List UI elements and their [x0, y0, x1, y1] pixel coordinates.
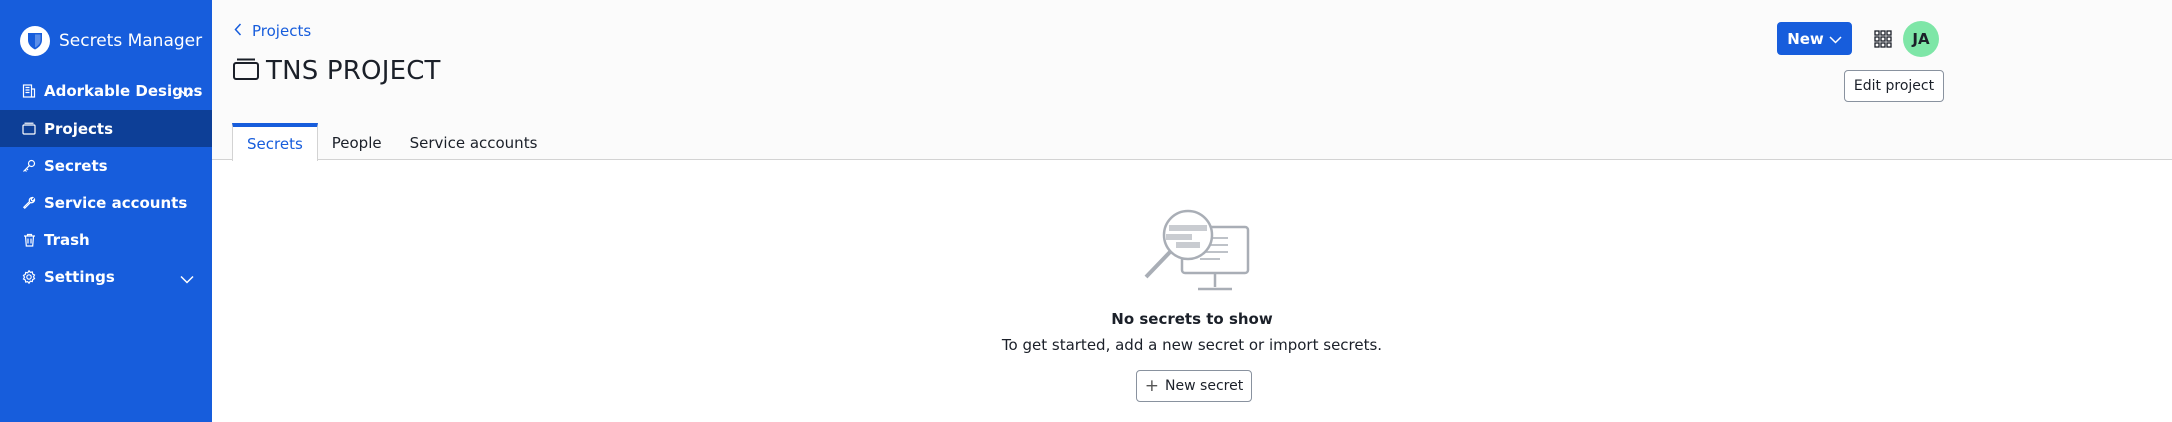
organization-icon: [21, 83, 37, 99]
no-results-illustration-icon: [1144, 209, 1250, 291]
empty-state-heading: No secrets to show: [1111, 310, 1273, 328]
project-folder-icon: [21, 121, 37, 137]
project-folder-icon: [232, 57, 260, 85]
new-button-label: New: [1787, 29, 1824, 48]
bitwarden-shield-icon: [20, 26, 50, 56]
key-icon: [21, 158, 37, 174]
sidebar-item-settings[interactable]: Settings: [0, 258, 212, 295]
sidebar-item-label: Settings: [44, 267, 115, 286]
sidebar-item-label: Trash: [44, 230, 90, 249]
brand[interactable]: Secrets Manager: [0, 21, 212, 61]
new-secret-label: New secret: [1165, 378, 1244, 394]
chevron-down-icon: [180, 84, 194, 102]
wrench-icon: [21, 195, 37, 211]
breadcrumb-label: Projects: [252, 22, 312, 40]
gear-icon: [21, 269, 37, 285]
plus-icon: +: [1144, 376, 1160, 396]
sidebar-item-projects[interactable]: Projects: [0, 110, 212, 147]
new-secret-button[interactable]: + New secret: [1136, 370, 1252, 402]
tab-secrets[interactable]: Secrets: [232, 123, 318, 161]
sidebar-item-label: Adorkable Designs: [44, 81, 203, 100]
page-title: TNS PROJECT: [232, 56, 441, 86]
grid-icon: [1874, 30, 1892, 48]
sidebar-item-label: Projects: [44, 119, 114, 138]
product-switcher-button[interactable]: [1873, 29, 1893, 49]
brand-label: Secrets Manager: [59, 31, 203, 51]
edit-project-button[interactable]: Edit project: [1844, 70, 1944, 102]
empty-state: No secrets to show To get started, add a…: [212, 161, 2172, 422]
sidebar-item-label: Service accounts: [44, 193, 188, 212]
sidebar-item-label: Secrets: [44, 156, 108, 175]
sidebar: Secrets Manager Adorkable Designs Projec…: [0, 0, 212, 422]
tab-people[interactable]: People: [318, 123, 396, 160]
sidebar-item-service-accounts[interactable]: Service accounts: [0, 184, 212, 221]
new-button[interactable]: New: [1777, 22, 1852, 55]
sidebar-item-organization[interactable]: Adorkable Designs: [0, 72, 212, 109]
empty-state-description: To get started, add a new secret or impo…: [1001, 336, 1383, 354]
chevron-down-icon: [180, 270, 194, 288]
avatar[interactable]: JA: [1903, 21, 1939, 57]
chevron-left-icon: [234, 22, 242, 40]
tab-service-accounts[interactable]: Service accounts: [396, 123, 552, 160]
tab-bar: Secrets People Service accounts: [232, 123, 552, 161]
chevron-down-icon: [1829, 30, 1842, 48]
sidebar-item-trash[interactable]: Trash: [0, 221, 212, 258]
breadcrumb-projects[interactable]: Projects: [234, 22, 311, 40]
page-title-text: TNS PROJECT: [266, 56, 441, 86]
trash-icon: [21, 232, 37, 248]
sidebar-item-secrets[interactable]: Secrets: [0, 147, 212, 184]
